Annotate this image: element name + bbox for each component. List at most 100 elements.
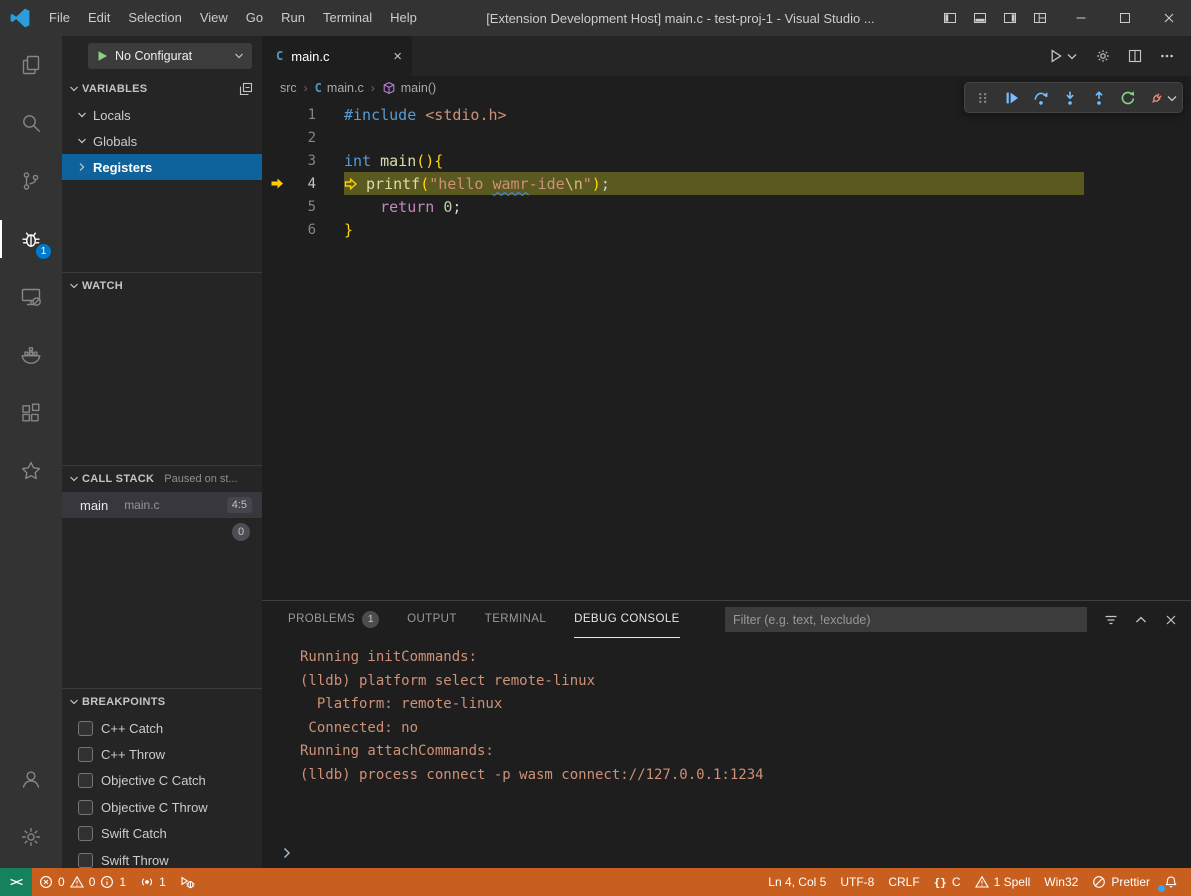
minimize-button[interactable]: [1059, 0, 1103, 36]
maximize-button[interactable]: [1103, 0, 1147, 36]
ports-status[interactable]: 1: [133, 868, 173, 896]
breadcrumb-main-[interactable]: main(): [382, 81, 436, 95]
run-or-debug-button[interactable]: [1048, 48, 1079, 64]
activity-settings[interactable]: [0, 808, 62, 866]
variables-item-locals[interactable]: Locals: [62, 102, 262, 128]
breakpoint-item[interactable]: Objective C Throw: [62, 794, 262, 820]
status-label: Win32: [1044, 875, 1078, 889]
breakpoint-checkbox[interactable]: [78, 853, 93, 868]
status-platform[interactable]: Win32: [1037, 868, 1085, 896]
variables-section-header[interactable]: VARIABLES: [62, 76, 262, 102]
watch-section-header[interactable]: WATCH: [62, 273, 262, 299]
notification-dot: [1158, 885, 1165, 892]
console-filter-input[interactable]: [725, 607, 1087, 632]
symbol-method-icon: [382, 81, 396, 95]
menu-help[interactable]: Help: [381, 0, 426, 36]
code-token: printf: [366, 175, 420, 193]
breadcrumb-main-c[interactable]: Cmain.c: [315, 81, 364, 95]
debug-status-icon[interactable]: [173, 868, 203, 896]
breakpoints-section-header[interactable]: BREAKPOINTS: [62, 689, 262, 715]
activity-star[interactable]: [0, 442, 62, 500]
split-editor-button[interactable]: [1127, 48, 1143, 64]
breakpoint-checkbox[interactable]: [78, 773, 93, 788]
output-actions-icon[interactable]: [1103, 612, 1119, 628]
activity-remote-explorer[interactable]: [0, 268, 62, 326]
code-editor[interactable]: 1#include <stdio.h>23int main(){4printf(…: [262, 100, 1191, 600]
status-eol[interactable]: CRLF: [881, 868, 926, 896]
status-prettier[interactable]: Prettier: [1085, 868, 1157, 896]
breakpoint-item[interactable]: C++ Catch: [62, 715, 262, 741]
breakpoint-checkbox[interactable]: [78, 800, 93, 815]
activity-extensions[interactable]: [0, 384, 62, 442]
activity-source-control[interactable]: [0, 152, 62, 210]
breakpoint-item[interactable]: Swift Throw: [62, 847, 262, 868]
customize-layout-button[interactable]: [1025, 0, 1055, 36]
more-actions-button[interactable]: [1159, 48, 1175, 64]
breakpoint-item[interactable]: C++ Throw: [62, 741, 262, 767]
step-over-button[interactable]: [1026, 84, 1055, 111]
status-encoding[interactable]: UTF-8: [833, 868, 881, 896]
debug-sidebar: No Configurat VARIABLES LocalsGlobalsReg…: [62, 36, 262, 868]
call-stack-status: Paused on st...: [164, 473, 237, 485]
activity-docker[interactable]: [0, 326, 62, 384]
tab-main-c[interactable]: C main.c ×: [262, 36, 412, 76]
menu-go[interactable]: Go: [237, 0, 272, 36]
status-cursor-position[interactable]: Ln 4, Col 5: [761, 868, 833, 896]
activity-run-and-debug[interactable]: 1: [0, 210, 62, 268]
variables-item-registers[interactable]: Registers: [62, 154, 262, 180]
panel-tab-output[interactable]: OUTPUT: [407, 601, 457, 638]
collapse-all-icon[interactable]: [238, 81, 254, 97]
drag-handle[interactable]: [968, 84, 997, 111]
menu-view[interactable]: View: [191, 0, 237, 36]
call-stack-section-header[interactable]: CALL STACK Paused on st...: [62, 466, 262, 492]
debug-config-dropdown[interactable]: No Configurat: [88, 43, 252, 69]
settings-gear-button[interactable]: [1095, 48, 1111, 64]
activity-explorer[interactable]: [0, 36, 62, 94]
stack-frame[interactable]: mainmain.c4:5: [62, 492, 262, 518]
status-notifications[interactable]: [1157, 868, 1185, 896]
glyph-margin[interactable]: [262, 176, 292, 191]
activity-accounts[interactable]: [0, 750, 62, 808]
activity-search[interactable]: [0, 94, 62, 152]
maximize-panel-button[interactable]: [1133, 612, 1149, 628]
toggle-secondary-sidebar-button[interactable]: [995, 0, 1025, 36]
breakpoint-checkbox[interactable]: [78, 747, 93, 762]
panel-tab-terminal[interactable]: TERMINAL: [485, 601, 546, 638]
restart-button[interactable]: [1113, 84, 1142, 111]
close-panel-button[interactable]: [1163, 612, 1179, 628]
panel-tab-problems[interactable]: PROBLEMS1: [288, 601, 379, 638]
toggle-panel-button[interactable]: [965, 0, 995, 36]
breakpoint-checkbox[interactable]: [78, 826, 93, 841]
tab-close-icon[interactable]: ×: [393, 48, 402, 65]
debug-console-input[interactable]: [262, 838, 1191, 868]
menu-selection[interactable]: Selection: [119, 0, 190, 36]
menu-file[interactable]: File: [40, 0, 79, 36]
status-language-mode[interactable]: {}C: [927, 868, 968, 896]
variables-item-globals[interactable]: Globals: [62, 128, 262, 154]
more-chevron-button[interactable]: [1164, 84, 1179, 111]
ports-icon: [140, 875, 154, 889]
code-token: \n: [565, 175, 583, 193]
continue-button[interactable]: [997, 84, 1026, 111]
menu-edit[interactable]: Edit: [79, 0, 119, 36]
breadcrumb-src[interactable]: src: [280, 81, 297, 95]
step-out-button[interactable]: [1084, 84, 1113, 111]
toggle-sidebar-button[interactable]: [935, 0, 965, 36]
status-spell-status[interactable]: 1 Spell: [968, 868, 1038, 896]
panel-tab-debug-console[interactable]: DEBUG CONSOLE: [574, 601, 680, 638]
code-token: ): [592, 175, 601, 193]
start-debugging-icon[interactable]: [95, 49, 109, 63]
menu-run[interactable]: Run: [272, 0, 314, 36]
breakpoint-checkbox[interactable]: [78, 721, 93, 736]
status-bar-right: Ln 4, Col 5UTF-8CRLF{}C1 Spell Win32 Prett…: [761, 868, 1191, 896]
close-button[interactable]: [1147, 0, 1191, 36]
breakpoint-item[interactable]: Swift Catch: [62, 821, 262, 847]
breakpoint-item[interactable]: Objective C Catch: [62, 768, 262, 794]
problems-status[interactable]: 001: [32, 868, 133, 896]
step-into-button[interactable]: [1055, 84, 1084, 111]
menu-terminal[interactable]: Terminal: [314, 0, 381, 36]
remote-indicator[interactable]: ><: [0, 868, 32, 896]
debug-config-label: No Configurat: [115, 49, 192, 63]
ports-count: 1: [159, 875, 166, 889]
debug-console-output[interactable]: Running initCommands:(lldb) platform sel…: [262, 638, 1191, 838]
